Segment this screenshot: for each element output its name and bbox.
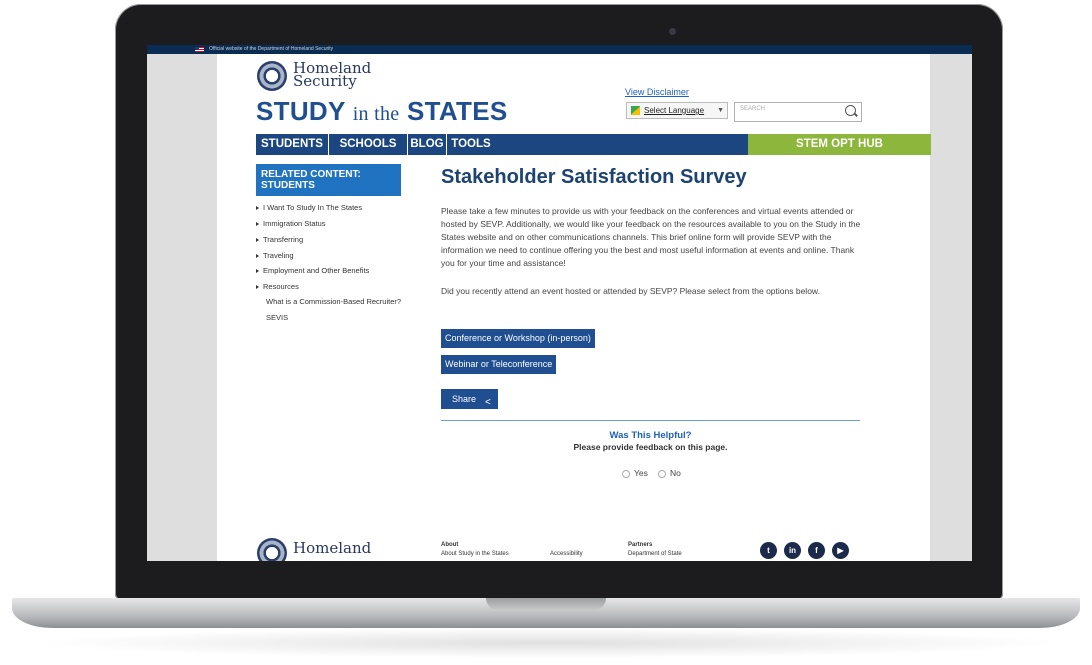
footer-about-link[interactable]: About Study in the States <box>441 551 509 557</box>
footer-partners-heading: Partners <box>628 542 653 548</box>
site-title-study: STUDY <box>256 96 346 126</box>
chevron-down-icon: ▼ <box>717 107 724 114</box>
laptop-notch <box>486 598 606 610</box>
us-flag-icon <box>195 47 204 52</box>
sidebar-item-resources[interactable]: Resources <box>256 282 299 291</box>
caret-right-icon <box>256 269 259 273</box>
caret-right-icon <box>256 254 259 258</box>
caret-right-icon <box>256 238 259 242</box>
helpful-subtitle: Please provide feedback on this page. <box>573 442 728 452</box>
sidebar-item-immigration-status[interactable]: Immigration Status <box>256 219 326 228</box>
caret-right-icon <box>256 222 259 226</box>
footer-agency-name: Homeland <box>293 539 372 557</box>
helpful-title: Was This Helpful? <box>609 430 692 441</box>
site-title-states: STATES <box>407 96 508 126</box>
nav-item-students[interactable]: STUDENTS <box>256 134 328 155</box>
sidebar-subitem-recruiter[interactable]: What is a Commission-Based Recruiter? <box>266 297 401 306</box>
sidebar-item-label: Resources <box>263 282 299 291</box>
share-icon: < <box>485 397 491 408</box>
survey-question: Did you recently attend an event hosted … <box>441 286 820 296</box>
gov-banner: Official website of the Department of Ho… <box>147 45 972 54</box>
select-language-label: Select Language <box>644 106 705 115</box>
site-title-in-the: in the <box>352 103 400 125</box>
conference-workshop-button[interactable]: Conference or Workshop (in-person) <box>441 329 595 348</box>
caret-right-icon <box>256 285 259 289</box>
nav-item-blog[interactable]: BLOG <box>408 134 446 155</box>
dhs-seal-footer-icon[interactable] <box>257 538 287 561</box>
site-title[interactable]: STUDY in the STATES <box>256 96 508 127</box>
sidebar-item-traveling[interactable]: Traveling <box>256 251 294 260</box>
footer-accessibility-link[interactable]: Accessibility <box>550 551 583 557</box>
sidebar-item-label: Traveling <box>263 251 294 260</box>
page-title: Stakeholder Satisfaction Survey <box>441 166 747 188</box>
search-input[interactable]: SEARCH <box>734 102 862 122</box>
share-label: Share <box>452 394 477 404</box>
linkedin-icon[interactable]: in <box>784 542 801 559</box>
footer-about-heading: About <box>441 542 459 548</box>
share-button[interactable]: Share < <box>441 389 498 409</box>
gov-banner-text: Official website of the Department of Ho… <box>209 46 334 52</box>
sidebar-item-transferring[interactable]: Transferring <box>256 235 303 244</box>
page-gutter-right <box>930 54 972 561</box>
nav-item-tools[interactable]: TOOLS <box>447 134 495 155</box>
sidebar-item-study[interactable]: I Want To Study In The States <box>256 203 362 212</box>
webinar-teleconference-button[interactable]: Webinar or Teleconference <box>441 355 557 374</box>
youtube-icon[interactable]: ▶ <box>832 542 849 559</box>
related-content-heading: RELATED CONTENT: STUDENTS <box>256 164 401 196</box>
view-disclaimer-link[interactable]: View Disclaimer <box>625 87 689 97</box>
sidebar-item-label: Immigration Status <box>263 219 326 228</box>
webcam-icon <box>669 28 676 35</box>
facebook-icon[interactable]: f <box>808 542 825 559</box>
no-label: No <box>670 468 681 478</box>
laptop-shadow <box>30 628 1070 658</box>
sidebar-subitem-sevis[interactable]: SEVIS <box>266 313 288 322</box>
page-gutter-left <box>147 54 217 561</box>
select-language-dropdown[interactable]: Select Language ▼ <box>626 102 728 119</box>
sidebar-item-label: Employment and Other Benefits <box>263 266 370 275</box>
footer-partners-link[interactable]: Department of State <box>628 551 682 557</box>
divider <box>441 420 860 421</box>
yes-radio[interactable] <box>622 470 630 478</box>
web-page: Homeland Security STUDY in the STATES Vi… <box>217 54 931 561</box>
agency-name[interactable]: Homeland Security <box>293 61 371 89</box>
yes-label: Yes <box>634 468 648 478</box>
no-radio[interactable] <box>658 470 666 478</box>
twitter-icon[interactable]: t <box>760 542 777 559</box>
translate-icon <box>631 106 640 115</box>
survey-intro: Please take a few minutes to provide us … <box>441 206 861 268</box>
nav-item-stem-opt-hub[interactable]: STEM OPT HUB <box>748 134 931 155</box>
caret-right-icon <box>256 206 259 210</box>
search-placeholder: SEARCH <box>740 106 766 112</box>
sidebar-item-label: Transferring <box>263 235 304 244</box>
dhs-seal-icon[interactable] <box>257 61 287 91</box>
search-icon[interactable] <box>845 105 856 116</box>
nav-item-schools[interactable]: SCHOOLS <box>329 134 407 155</box>
sidebar-item-employment[interactable]: Employment and Other Benefits <box>256 266 369 275</box>
laptop-screen: Official website of the Department of Ho… <box>147 45 972 561</box>
sidebar-item-label: I Want To Study In The States <box>263 203 363 212</box>
